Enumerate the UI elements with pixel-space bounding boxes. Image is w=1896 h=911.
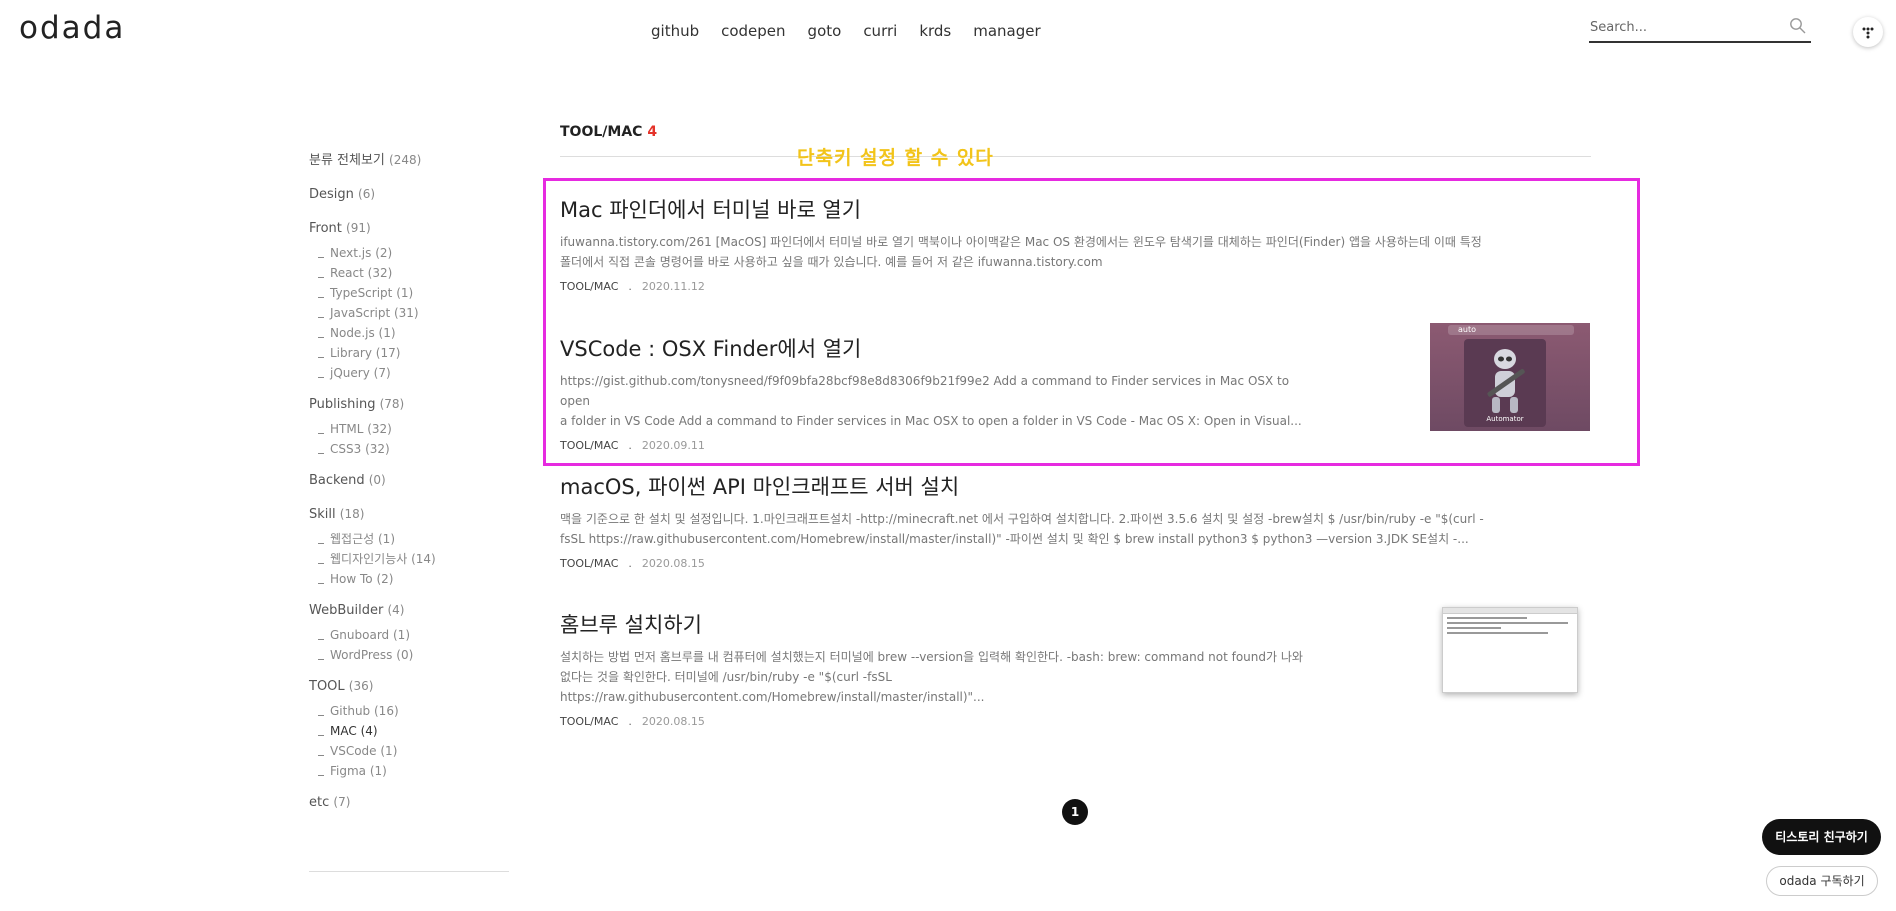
category-backend[interactable]: Backend (0) bbox=[309, 470, 509, 490]
nav-link-codepen[interactable]: codepen bbox=[721, 22, 785, 40]
category-design[interactable]: Design (6) bbox=[309, 184, 509, 204]
subcategory-library[interactable]: Library (17) bbox=[309, 343, 509, 363]
subcategory-html[interactable]: HTML (32) bbox=[309, 419, 509, 439]
post-item[interactable]: 홈브루 설치하기 설치하는 방법 먼저 홈브루를 내 컴퓨터에 설치했는지 터미… bbox=[560, 609, 1320, 728]
annotation-note: 단축키 설정 할 수 있다 bbox=[797, 147, 994, 169]
subcategory-gnuboard[interactable]: Gnuboard (1) bbox=[309, 625, 509, 645]
category-webbuilder[interactable]: WebBuilder (4) bbox=[309, 600, 509, 620]
category-heading: TOOL/MAC 4 bbox=[560, 124, 658, 140]
nav-link-curri[interactable]: curri bbox=[863, 22, 897, 40]
subcategory-jquery[interactable]: jQuery (7) bbox=[309, 363, 509, 383]
post-meta: TOOL/MAC. 2020.08.15 bbox=[560, 557, 705, 570]
subcategory-figma[interactable]: Figma (1) bbox=[309, 761, 509, 781]
subcategory-mac[interactable]: MAC (4) bbox=[309, 721, 509, 741]
dots-menu-icon bbox=[1862, 27, 1874, 39]
post-excerpt: 설치하는 방법 먼저 홈브루를 내 컴퓨터에 설치했는지 터미널에 brew -… bbox=[560, 650, 1303, 704]
category-all[interactable]: 분류 전체보기 (248) bbox=[309, 150, 509, 170]
search-icon[interactable] bbox=[1789, 17, 1807, 35]
blog-logo[interactable]: odada bbox=[19, 10, 125, 46]
subcategory-vscode[interactable]: VSCode (1) bbox=[309, 741, 509, 761]
subcategory-howto[interactable]: How To (2) bbox=[309, 569, 509, 589]
terminal-text-line bbox=[1447, 617, 1528, 619]
post-count: 4 bbox=[647, 124, 658, 140]
nav-link-manager[interactable]: manager bbox=[973, 22, 1040, 40]
subcategory-nodejs[interactable]: Node.js (1) bbox=[309, 323, 509, 343]
subcategory-javascript[interactable]: JavaScript (31) bbox=[309, 303, 509, 323]
terminal-title-bar bbox=[1443, 608, 1577, 614]
search-input[interactable] bbox=[1590, 16, 1780, 38]
post-item[interactable]: macOS, 파이썬 API 마인크래프트 서버 설치 맥을 기준으로 한 설치… bbox=[560, 471, 1591, 570]
subcategory-typescript[interactable]: TypeScript (1) bbox=[309, 283, 509, 303]
subcategory-accessibility[interactable]: 웹접근성 (1) bbox=[309, 529, 509, 549]
nav-link-github[interactable]: github bbox=[651, 22, 699, 40]
nav-link-goto[interactable]: goto bbox=[808, 22, 842, 40]
highlight-box bbox=[543, 178, 1640, 466]
top-nav: github codepen goto curri krds manager bbox=[651, 22, 1063, 40]
nav-link-krds[interactable]: krds bbox=[919, 22, 951, 40]
subcategory-webdesign-cert[interactable]: 웹디자인기능사 (14) bbox=[309, 549, 509, 569]
post-meta: TOOL/MAC. 2020.08.15 bbox=[560, 715, 705, 728]
post-thumbnail[interactable] bbox=[1442, 607, 1578, 693]
sidebar-divider bbox=[309, 871, 509, 872]
terminal-text-line bbox=[1447, 627, 1501, 629]
menu-button[interactable] bbox=[1853, 17, 1883, 47]
category-front[interactable]: Front (91) bbox=[309, 218, 509, 238]
subcategory-github[interactable]: Github (16) bbox=[309, 701, 509, 721]
terminal-text-line bbox=[1447, 622, 1568, 624]
subscribe-button[interactable]: odada 구독하기 bbox=[1766, 866, 1878, 896]
post-title[interactable]: macOS, 파이썬 API 마인크래프트 서버 설치 bbox=[560, 471, 1591, 501]
subcategory-nextjs[interactable]: Next.js (2) bbox=[309, 243, 509, 263]
category-skill[interactable]: Skill (18) bbox=[309, 504, 509, 524]
post-title[interactable]: 홈브루 설치하기 bbox=[560, 609, 1320, 639]
subcategory-wordpress[interactable]: WordPress (0) bbox=[309, 645, 509, 665]
category-etc[interactable]: etc (7) bbox=[309, 792, 509, 812]
subcategory-react[interactable]: React (32) bbox=[309, 263, 509, 283]
terminal-text-line bbox=[1447, 632, 1548, 634]
pagination-page[interactable]: 1 bbox=[1062, 799, 1088, 825]
friend-button[interactable]: 티스토리 친구하기 bbox=[1762, 819, 1881, 855]
subcategory-css3[interactable]: CSS3 (32) bbox=[309, 439, 509, 459]
category-sidebar: 분류 전체보기 (248) Design (6) Front (91) Next… bbox=[309, 150, 509, 812]
category-publishing[interactable]: Publishing (78) bbox=[309, 394, 509, 414]
post-excerpt: 맥을 기준으로 한 설치 및 설정입니다. 1.마인크래프트설치 -http:/… bbox=[560, 512, 1484, 546]
heading-divider bbox=[560, 156, 1591, 157]
category-tool[interactable]: TOOL (36) bbox=[309, 676, 509, 696]
search-box bbox=[1589, 13, 1811, 43]
